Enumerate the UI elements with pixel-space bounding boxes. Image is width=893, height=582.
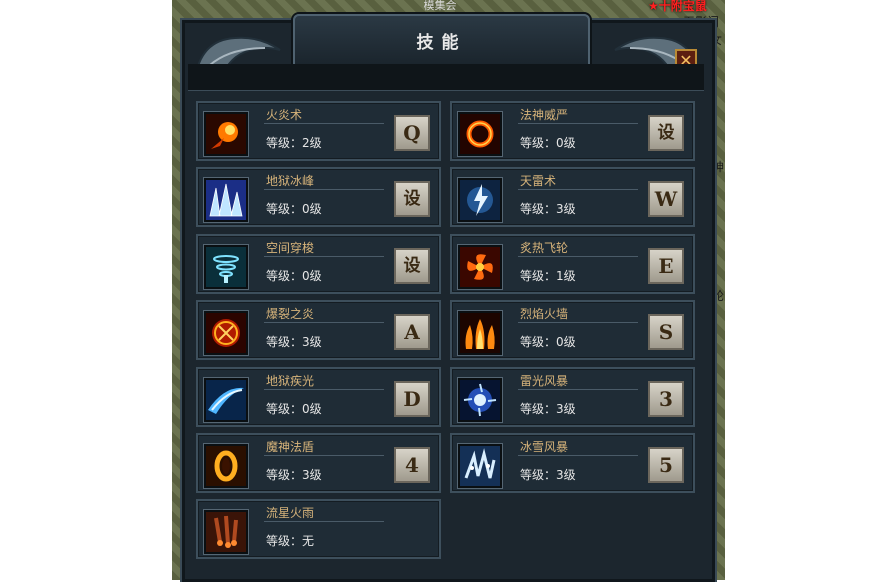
skill-level: 等级：0级 — [266, 269, 322, 283]
skill-level: 等级：0级 — [520, 136, 576, 150]
skill-card[interactable]: 冰雪风暴等级：3级 5 — [450, 433, 695, 493]
fire-wall-icon[interactable] — [458, 311, 502, 355]
hotkey-button[interactable]: 设 — [394, 181, 430, 217]
divider — [264, 123, 384, 124]
divider — [518, 123, 638, 124]
skill-level: 等级：1级 — [520, 269, 576, 283]
teleport-vortex-icon[interactable] — [204, 245, 248, 289]
hotkey-button[interactable]: 3 — [648, 381, 684, 417]
divider — [264, 189, 384, 190]
skill-level: 等级：0级 — [266, 202, 322, 216]
skill-level: 等级：3级 — [266, 468, 322, 482]
hotkey-button[interactable]: Q — [394, 115, 430, 151]
fireball-icon[interactable] — [204, 112, 248, 156]
skill-card[interactable]: 炙热飞轮等级：1级 E — [450, 234, 695, 294]
skill-name: 法神威严 — [520, 108, 569, 122]
top-strip-text: 模集会 — [423, 0, 457, 12]
header-band — [188, 64, 704, 91]
skill-card[interactable]: 流星火雨等级：无 — [196, 499, 441, 559]
title-bar[interactable]: 技能 — [293, 14, 590, 68]
skill-card[interactable]: 地狱疾光等级：0级 D — [196, 367, 441, 427]
divider — [264, 521, 384, 522]
edge-label: ★十附宝鼠 — [648, 0, 707, 13]
hotkey-button[interactable]: W — [648, 181, 684, 217]
hotkey-button[interactable]: D — [394, 381, 430, 417]
skill-name: 天雷术 — [520, 174, 557, 188]
skill-name: 流星火雨 — [266, 506, 315, 520]
skill-name: 烈焰火墙 — [520, 307, 569, 321]
blizzard-icon[interactable] — [458, 444, 502, 488]
skill-card[interactable]: 地狱冰峰等级：0级 设 — [196, 167, 441, 227]
hotkey-button[interactable]: 设 — [648, 115, 684, 151]
skill-name: 地狱冰峰 — [266, 174, 315, 188]
skill-card[interactable]: 火炎术等级：2级 Q — [196, 101, 441, 161]
divider — [518, 389, 638, 390]
explosion-icon[interactable] — [204, 311, 248, 355]
fire-ring-icon[interactable] — [458, 112, 502, 156]
skill-level: 等级：无 — [266, 534, 315, 548]
skill-level: 等级：3级 — [266, 335, 322, 349]
skill-level: 等级：3级 — [520, 468, 576, 482]
skill-card[interactable]: 天雷术等级：3级 W — [450, 167, 695, 227]
divider — [264, 455, 384, 456]
window-title: 技能 — [416, 33, 467, 53]
hotkey-button[interactable]: 4 — [394, 447, 430, 483]
skill-level: 等级：0级 — [520, 335, 576, 349]
skill-card[interactable]: 空间穿梭等级：0级 设 — [196, 234, 441, 294]
skill-name: 火炎术 — [266, 108, 303, 122]
skill-level: 等级：0级 — [266, 402, 322, 416]
skill-card[interactable]: 魔神法盾等级：3级 4 — [196, 433, 441, 493]
skill-level: 等级：3级 — [520, 402, 576, 416]
ice-spikes-icon[interactable] — [204, 178, 248, 222]
skill-card[interactable]: 雷光风暴等级：3级 3 — [450, 367, 695, 427]
skill-card[interactable]: 法神威严等级：0级 设 — [450, 101, 695, 161]
skill-name: 地狱疾光 — [266, 374, 315, 388]
skill-level: 等级：2级 — [266, 136, 322, 150]
skill-name: 空间穿梭 — [266, 241, 315, 255]
skill-name: 魔神法盾 — [266, 440, 315, 454]
divider — [518, 455, 638, 456]
hotkey-button[interactable]: S — [648, 314, 684, 350]
divider — [264, 322, 384, 323]
hotkey-button[interactable]: A — [394, 314, 430, 350]
skill-name: 雷光风暴 — [520, 374, 569, 388]
skill-name: 炙热飞轮 — [520, 241, 569, 255]
skill-card[interactable]: 爆裂之炎等级：3级 A — [196, 300, 441, 360]
divider — [264, 256, 384, 257]
ice-beam-icon[interactable] — [204, 378, 248, 422]
divider — [518, 256, 638, 257]
skill-name: 爆裂之炎 — [266, 307, 315, 321]
hotkey-button[interactable]: 设 — [394, 248, 430, 284]
divider — [264, 389, 384, 390]
thunder-icon[interactable] — [458, 178, 502, 222]
hotkey-button[interactable]: 5 — [648, 447, 684, 483]
divider — [518, 189, 638, 190]
magic-shield-icon[interactable] — [204, 444, 248, 488]
meteor-rain-icon[interactable] — [204, 510, 248, 554]
lightning-storm-icon[interactable] — [458, 378, 502, 422]
divider — [518, 322, 638, 323]
skill-level: 等级：3级 — [520, 202, 576, 216]
skill-card[interactable]: 烈焰火墙等级：0级 S — [450, 300, 695, 360]
flame-wheel-icon[interactable] — [458, 245, 502, 289]
hotkey-button[interactable]: E — [648, 248, 684, 284]
skill-name: 冰雪风暴 — [520, 440, 569, 454]
